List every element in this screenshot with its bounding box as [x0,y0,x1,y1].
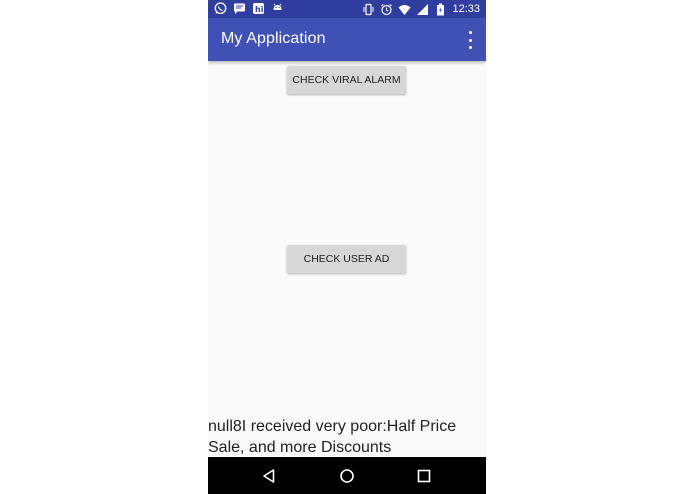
whatsapp-icon [214,2,227,15]
result-message: null8I received very poor:Half Price Sal… [208,418,457,456]
android-icon [271,2,284,15]
hike-icon: hi [252,2,265,15]
wifi-icon [398,3,411,16]
app-bar: My Application [208,18,486,61]
status-bar: hi 12:33 [208,0,486,18]
home-icon[interactable] [337,466,357,486]
check-user-ad-button[interactable]: CHECK USER AD [287,245,406,273]
navigation-bar [208,457,486,494]
notification-icons: hi [214,2,284,15]
phone-screen: hi 12:33 My Application CHECK VIRAL ALAR… [208,0,486,494]
svg-text:hi: hi [255,5,264,14]
check-viral-alarm-button[interactable]: CHECK VIRAL ALARM [287,66,406,94]
battery-icon [434,3,447,16]
recents-icon[interactable] [414,466,434,486]
app-title: My Application [221,30,326,47]
message-icon [233,2,246,15]
vibrate-icon [362,3,375,16]
status-time: 12:33 [452,3,480,15]
alarm-icon [380,3,393,16]
system-icons: 12:33 [362,2,480,16]
signal-icon [416,3,429,16]
overflow-menu-icon[interactable] [464,31,476,49]
back-icon[interactable] [259,466,279,486]
